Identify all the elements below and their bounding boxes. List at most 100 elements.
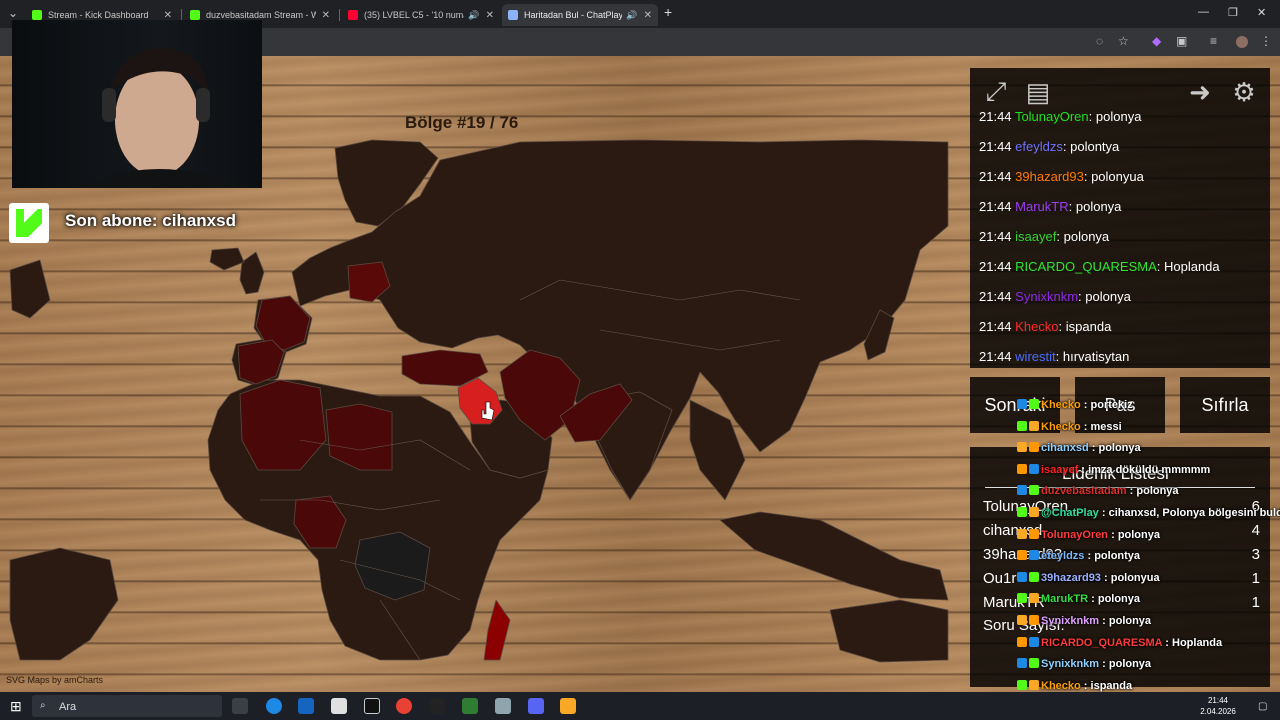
chat-badge-icon (1017, 528, 1027, 539)
chat-badge-icon (1029, 463, 1039, 474)
kick-chat-line: RICARDO_QUARESMA : Hoplanda (1017, 636, 1223, 649)
chat-message: hırvatisytan (1062, 349, 1130, 364)
app-icon[interactable] (495, 698, 511, 714)
tab-close-icon[interactable]: ✕ (644, 10, 652, 21)
tab-youtube[interactable]: (35) LVBEL C5 - '10 numara 🔊 ✕ (342, 4, 500, 26)
speaker-icon[interactable]: 🔊 (626, 10, 637, 21)
map-region-australia (829, 599, 949, 663)
chat-time: 21:44 (979, 199, 1012, 214)
tab-close-icon[interactable]: ✕ (164, 10, 172, 21)
chat-message: polontya (1070, 139, 1120, 154)
fullscreen-icon[interactable]: ⤢ (980, 75, 1012, 109)
minimize-button[interactable]: — (1198, 6, 1209, 18)
chat-message: polonya (1095, 109, 1142, 124)
kick-logo-icon (9, 203, 49, 243)
chat-badge-icon (1017, 485, 1027, 496)
chat-time: 21:44 (979, 349, 1012, 364)
chat-message: ispanda (1065, 319, 1112, 334)
chat-username: isaayef (1015, 229, 1057, 244)
chat-badge-icon (1029, 507, 1039, 517)
chat-username: 39hazard93 (1015, 169, 1084, 184)
edge-icon[interactable] (266, 698, 282, 714)
exit-icon[interactable]: ➜ (1184, 75, 1216, 109)
latest-subscriber: Son abone: cihanxsd (65, 211, 236, 230)
map-region-south-america (9, 547, 119, 661)
region-counter: Bölge #19 / 76 (405, 113, 519, 132)
tab-separator (339, 9, 340, 21)
chat-time: 21:44 (979, 109, 1012, 124)
eye-off-icon[interactable]: ◌ (1096, 34, 1103, 48)
chat-username: wirestit (1015, 349, 1056, 364)
chat-time: 21:44 (979, 139, 1012, 154)
kick-chat-username: 39hazard93 (1041, 571, 1101, 584)
leaderboard-score: 1 (1251, 570, 1260, 587)
chat-badge-icon (1017, 593, 1027, 604)
settings-gear-icon[interactable]: ⚙ (1228, 75, 1260, 109)
bookmark-star-icon[interactable]: ☆ (1118, 34, 1129, 48)
reset-button[interactable]: Sıfırla (1180, 377, 1270, 433)
clock-time: 21:44 (1207, 696, 1229, 705)
game-chat-line: 21:44 wirestit: hırvatisytan (979, 349, 1130, 364)
tab-close-icon[interactable]: ✕ (486, 10, 494, 21)
map-region-indonesia (719, 511, 949, 601)
store-icon[interactable] (331, 698, 347, 714)
obs-icon[interactable] (364, 698, 380, 714)
kick-chat-message: polonya (1098, 442, 1141, 455)
kick-chat-message: polontya (1094, 550, 1141, 563)
chrome-icon[interactable] (396, 698, 412, 714)
panel-toolbar: ⤢ ▤ ➜ ⚙ (978, 75, 1268, 111)
game-chat-line: 21:44 efeyldzs: polontya (979, 139, 1120, 154)
map-credit: SVG Maps by amCharts (6, 675, 104, 685)
restore-button[interactable]: ❐ (1228, 6, 1238, 19)
kick-chat-username: @ChatPlay (1041, 507, 1099, 519)
leaderboard-score: 3 (1251, 546, 1260, 563)
kick-chat-message: polonya (1108, 615, 1152, 627)
app-icon[interactable] (462, 698, 478, 714)
chat-badge-icon (1029, 420, 1039, 431)
close-window-button[interactable]: ✕ (1257, 6, 1266, 19)
speaker-icon[interactable]: 🔊 (468, 10, 479, 21)
file-explorer-icon[interactable] (560, 698, 576, 714)
tab-chatplay[interactable]: Haritadan Bul - ChatPlay 🔊 ✕ (502, 4, 658, 26)
notes-icon[interactable]: ▤ (1022, 75, 1054, 109)
kick-chat-line: isaayef : imza döküldü mmmmm (1017, 463, 1210, 476)
chat-username: RICARDO_QUARESMA (1015, 259, 1157, 274)
kick-chat-username: Synixknkm (1041, 615, 1100, 627)
notifications-icon[interactable]: ▢ (1258, 701, 1267, 712)
game-chat-line: 21:44 RICARDO_QUARESMA: Hoplanda (979, 259, 1220, 274)
kick-chat-message: polonyua (1110, 571, 1160, 584)
profile-avatar[interactable] (1236, 36, 1248, 48)
system-clock[interactable]: 21:44 2.04.2026 (1196, 695, 1240, 717)
kick-chat-username: MarukTR (1041, 593, 1089, 606)
reading-list-icon[interactable]: ≡ (1210, 34, 1217, 48)
steam-icon[interactable] (298, 698, 314, 714)
chat-badge-icon (1017, 399, 1027, 409)
extension-icon[interactable]: ◆ (1152, 34, 1161, 48)
kick-chat-username: RICARDO_QUARESMA (1041, 636, 1163, 649)
tab-close-icon[interactable]: ✕ (322, 10, 330, 21)
game-chat-line: 21:44 MarukTR: polonya (979, 199, 1122, 214)
epic-games-icon[interactable] (429, 698, 445, 714)
map-region-north-america (9, 259, 51, 319)
tab-search-chevron-icon[interactable]: ⌄ (8, 6, 18, 20)
chat-message: polonya (1085, 289, 1131, 304)
game-chat-line: 21:44 TolunayOren: polonya (979, 109, 1142, 124)
task-view-icon[interactable] (232, 698, 248, 714)
taskbar-search-placeholder: Ara (59, 701, 77, 713)
chat-username: Khecko (1015, 319, 1059, 334)
chat-badge-icon (1029, 571, 1039, 582)
kick-chat-message: Hoplanda (1172, 636, 1223, 649)
kick-chat-username: Khecko (1041, 399, 1081, 411)
browser-menu-icon[interactable]: ⋮ (1260, 34, 1272, 48)
chat-badge-icon (1029, 528, 1039, 539)
leaderboard-score: 1 (1251, 594, 1260, 611)
extensions-puzzle-icon[interactable]: ▣ (1176, 34, 1187, 48)
chat-badge-icon (1029, 593, 1039, 604)
map-region-iceland (209, 247, 245, 271)
chat-badge-icon (1017, 442, 1027, 453)
discord-icon[interactable] (528, 698, 544, 714)
tab-title: Stream - Kick Dashboard (48, 10, 149, 20)
chat-username: Synixknkm (1015, 289, 1079, 304)
windows-start-icon[interactable]: ⊞ (10, 698, 22, 715)
new-tab-button[interactable]: + (664, 4, 672, 20)
